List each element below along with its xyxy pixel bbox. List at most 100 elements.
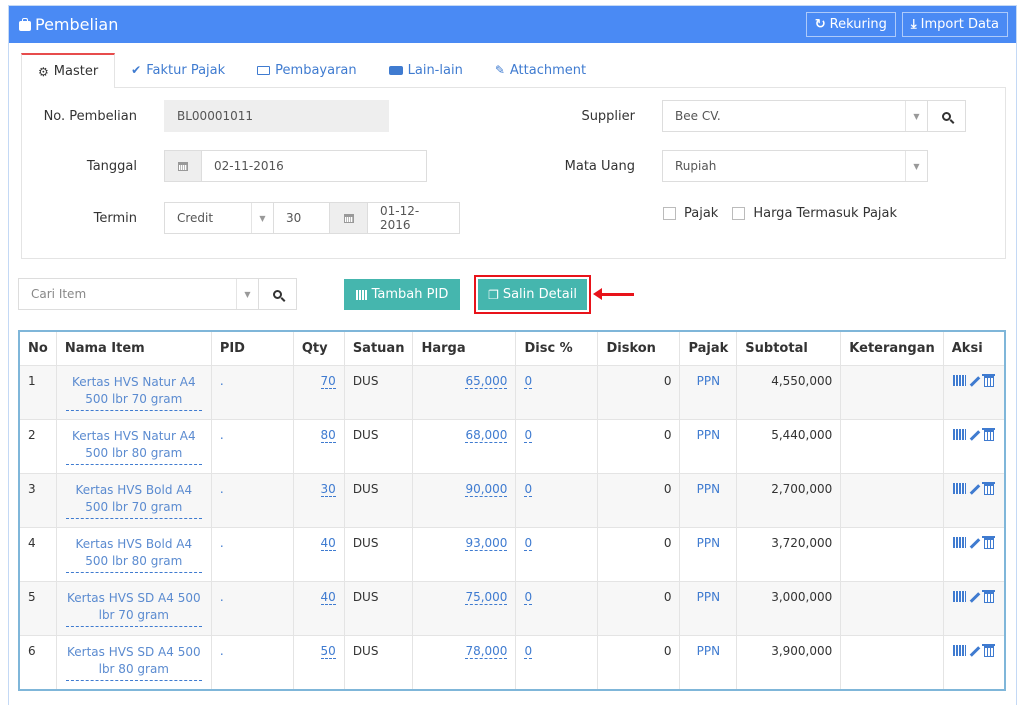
harga-editable[interactable]: 65,000 xyxy=(465,374,508,389)
qty-editable[interactable]: 70 xyxy=(320,374,336,389)
tab-attachment[interactable]: ✎ Attachment xyxy=(479,53,602,87)
edit-pencil-icon[interactable] xyxy=(970,484,981,495)
tanggal-calendar-button[interactable] xyxy=(164,150,202,182)
tab-lain-lain[interactable]: Lain-lain xyxy=(373,53,479,87)
no-pembelian-label: No. Pembelian xyxy=(43,108,137,124)
tanggal-input[interactable]: 02-11-2016 xyxy=(202,150,427,182)
qty-editable[interactable]: 80 xyxy=(320,428,336,443)
cell-diskon: 0 xyxy=(597,635,681,691)
cell-nama-item: Kertas HVS SD A4 500 lbr 70 gram xyxy=(56,581,212,636)
termin-days-input[interactable]: 30 xyxy=(274,202,330,234)
termin-type-select[interactable]: Credit ▼ xyxy=(164,202,274,234)
disc-editable[interactable]: 0 xyxy=(524,644,533,659)
harga-editable[interactable]: 75,000 xyxy=(465,590,508,605)
barcode-icon[interactable] xyxy=(953,591,967,602)
rekuring-button[interactable]: ↻ Rekuring xyxy=(805,12,896,37)
barcode-icon[interactable] xyxy=(953,645,967,656)
barcode-icon[interactable] xyxy=(953,375,967,386)
cell-diskon: 0 xyxy=(597,473,681,528)
tambah-pid-button[interactable]: Tambah PID xyxy=(344,279,460,310)
cell-pajak[interactable]: PPN xyxy=(679,365,738,420)
edit-pencil-icon[interactable] xyxy=(970,376,981,387)
tab-faktur-pajak[interactable]: ✔ Faktur Pajak xyxy=(115,53,241,87)
qty-editable[interactable]: 50 xyxy=(320,644,336,659)
trash-icon[interactable] xyxy=(982,644,996,657)
trash-icon[interactable] xyxy=(982,482,996,495)
cell-pid[interactable]: . xyxy=(211,527,294,582)
page-title-text: Pembelian xyxy=(35,15,119,34)
tab-master[interactable]: ⚙ Master xyxy=(21,53,116,88)
qty-editable[interactable]: 40 xyxy=(320,536,336,551)
item-name-link[interactable]: Kertas HVS SD A4 500 lbr 80 gram xyxy=(65,644,202,681)
edit-pencil-icon[interactable] xyxy=(970,430,981,441)
trash-icon[interactable] xyxy=(982,536,996,549)
mata-uang-select[interactable]: Rupiah ▼ xyxy=(662,150,928,182)
cell-pid[interactable]: . xyxy=(211,635,294,691)
supplier-select[interactable]: Bee CV. ▼ xyxy=(662,100,928,132)
disc-editable[interactable]: 0 xyxy=(524,536,533,551)
item-name-link[interactable]: Kertas HVS Natur A4 500 lbr 80 gram xyxy=(65,428,202,465)
item-name-link[interactable]: Kertas HVS Bold A4 500 lbr 80 gram xyxy=(65,536,202,573)
col-pid: PID xyxy=(211,331,294,366)
cell-pid[interactable]: . xyxy=(211,365,294,420)
trash-icon[interactable] xyxy=(982,590,996,603)
edit-pencil-icon[interactable] xyxy=(970,592,981,603)
item-search-button[interactable] xyxy=(259,278,297,310)
harga-editable[interactable]: 68,000 xyxy=(465,428,508,443)
disc-editable[interactable]: 0 xyxy=(524,374,533,389)
cell-subtotal: 2,700,000 xyxy=(736,473,842,528)
salin-detail-button[interactable]: ❐ Salin Detail xyxy=(478,279,587,310)
barcode-icon[interactable] xyxy=(953,483,967,494)
cell-pid[interactable]: . xyxy=(211,581,294,636)
red-arrow-annotation xyxy=(593,288,634,300)
col-satuan: Satuan xyxy=(344,331,414,366)
harga-editable[interactable]: 90,000 xyxy=(465,482,508,497)
disc-editable[interactable]: 0 xyxy=(524,590,533,605)
cell-pajak[interactable]: PPN xyxy=(679,473,738,528)
mata-uang-label: Mata Uang xyxy=(564,158,635,174)
cell-keterangan xyxy=(840,527,944,582)
edit-pencil-icon[interactable] xyxy=(970,646,981,657)
cell-no: 5 xyxy=(19,581,57,636)
edit-pencil-icon[interactable] xyxy=(970,538,981,549)
due-date-input[interactable]: 01-12-2016 xyxy=(368,202,460,234)
import-data-button[interactable]: ⤓ Import Data xyxy=(901,12,1008,37)
chevron-down-icon: ▼ xyxy=(236,279,258,309)
cell-pid[interactable]: . xyxy=(211,473,294,528)
pajak-checkbox[interactable] xyxy=(663,207,676,220)
item-name-link[interactable]: Kertas HVS Natur A4 500 lbr 70 gram xyxy=(65,374,202,411)
cell-aksi xyxy=(943,365,1006,420)
harga-editable[interactable]: 93,000 xyxy=(465,536,508,551)
harga-termasuk-pajak-checkbox[interactable] xyxy=(732,207,746,220)
disc-editable[interactable]: 0 xyxy=(524,428,533,443)
tab-pembayaran[interactable]: Pembayaran xyxy=(241,53,372,87)
cell-pajak[interactable]: PPN xyxy=(679,635,738,691)
qty-editable[interactable]: 40 xyxy=(320,590,336,605)
tanggal-label: Tanggal xyxy=(86,158,137,174)
harga-editable[interactable]: 78,000 xyxy=(465,644,508,659)
trash-icon[interactable] xyxy=(982,428,996,441)
cell-pajak[interactable]: PPN xyxy=(679,581,738,636)
chevron-down-icon: ▼ xyxy=(905,101,927,131)
disc-editable[interactable]: 0 xyxy=(524,482,533,497)
cell-pajak[interactable]: PPN xyxy=(679,419,738,474)
cell-pid[interactable]: . xyxy=(211,419,294,474)
table-row: 5 Kertas HVS SD A4 500 lbr 70 gram . 40 … xyxy=(19,581,1006,636)
cell-satuan: DUS xyxy=(344,473,414,528)
barcode-icon[interactable] xyxy=(953,429,967,440)
cell-keterangan xyxy=(840,635,944,691)
cell-harga: 93,000 xyxy=(412,527,517,582)
cell-pajak[interactable]: PPN xyxy=(679,527,738,582)
supplier-search-button[interactable] xyxy=(928,100,966,132)
barcode-icon[interactable] xyxy=(953,537,967,548)
cell-subtotal: 3,000,000 xyxy=(736,581,842,636)
due-date-calendar-button[interactable] xyxy=(330,202,368,234)
trash-icon[interactable] xyxy=(982,374,996,387)
cell-subtotal: 3,900,000 xyxy=(736,635,842,691)
qty-editable[interactable]: 30 xyxy=(320,482,336,497)
cell-harga: 90,000 xyxy=(412,473,517,528)
item-search-select[interactable]: Cari Item ▼ xyxy=(18,278,259,310)
tab-bar: ⚙ Master ✔ Faktur Pajak Pembayaran Lain-… xyxy=(21,53,1006,88)
item-name-link[interactable]: Kertas HVS SD A4 500 lbr 70 gram xyxy=(65,590,202,627)
item-name-link[interactable]: Kertas HVS Bold A4 500 lbr 70 gram xyxy=(65,482,202,519)
